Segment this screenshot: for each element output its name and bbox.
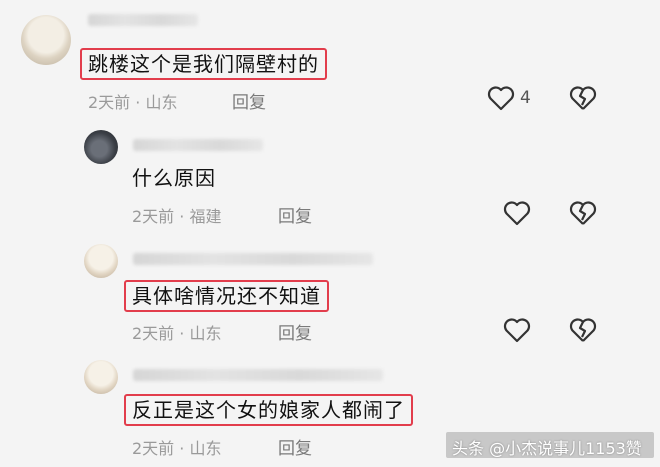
broken-heart-icon[interactable] [569,317,597,343]
broken-heart-icon[interactable] [569,85,597,111]
username-blurred[interactable] [88,14,198,26]
reply-button[interactable]: 回复 [278,202,312,227]
comment-text: 跳楼这个是我们隔壁村的 [80,48,327,80]
comment-text: 具体啥情况还不知道 [124,280,329,312]
watermark: 头条 @小杰说事儿1153赞 [452,439,642,458]
like-count: 4 [520,88,531,108]
avatar[interactable] [84,244,118,278]
comment-meta: 2天前 · 山东 [88,93,178,112]
comment-text: 什么原因 [132,166,216,190]
avatar[interactable] [21,15,71,65]
username-blurred[interactable] [133,253,373,265]
heart-outline-icon[interactable] [487,85,515,111]
heart-outline-icon[interactable] [503,200,531,226]
reply-button[interactable]: 回复 [278,319,312,344]
username-blurred[interactable] [133,369,383,381]
comment-meta: 2天前 · 福建 [132,207,222,226]
reply-button[interactable]: 回复 [232,88,266,113]
comment-meta: 2天前 · 山东 [132,439,222,458]
comment-text: 反正是这个女的娘家人都闹了 [124,394,413,426]
avatar[interactable] [84,130,118,164]
comment-meta: 2天前 · 山东 [132,324,222,343]
heart-outline-icon[interactable] [503,317,531,343]
username-blurred[interactable] [133,139,263,151]
broken-heart-icon[interactable] [569,200,597,226]
avatar[interactable] [84,360,118,394]
reply-button[interactable]: 回复 [278,434,312,459]
